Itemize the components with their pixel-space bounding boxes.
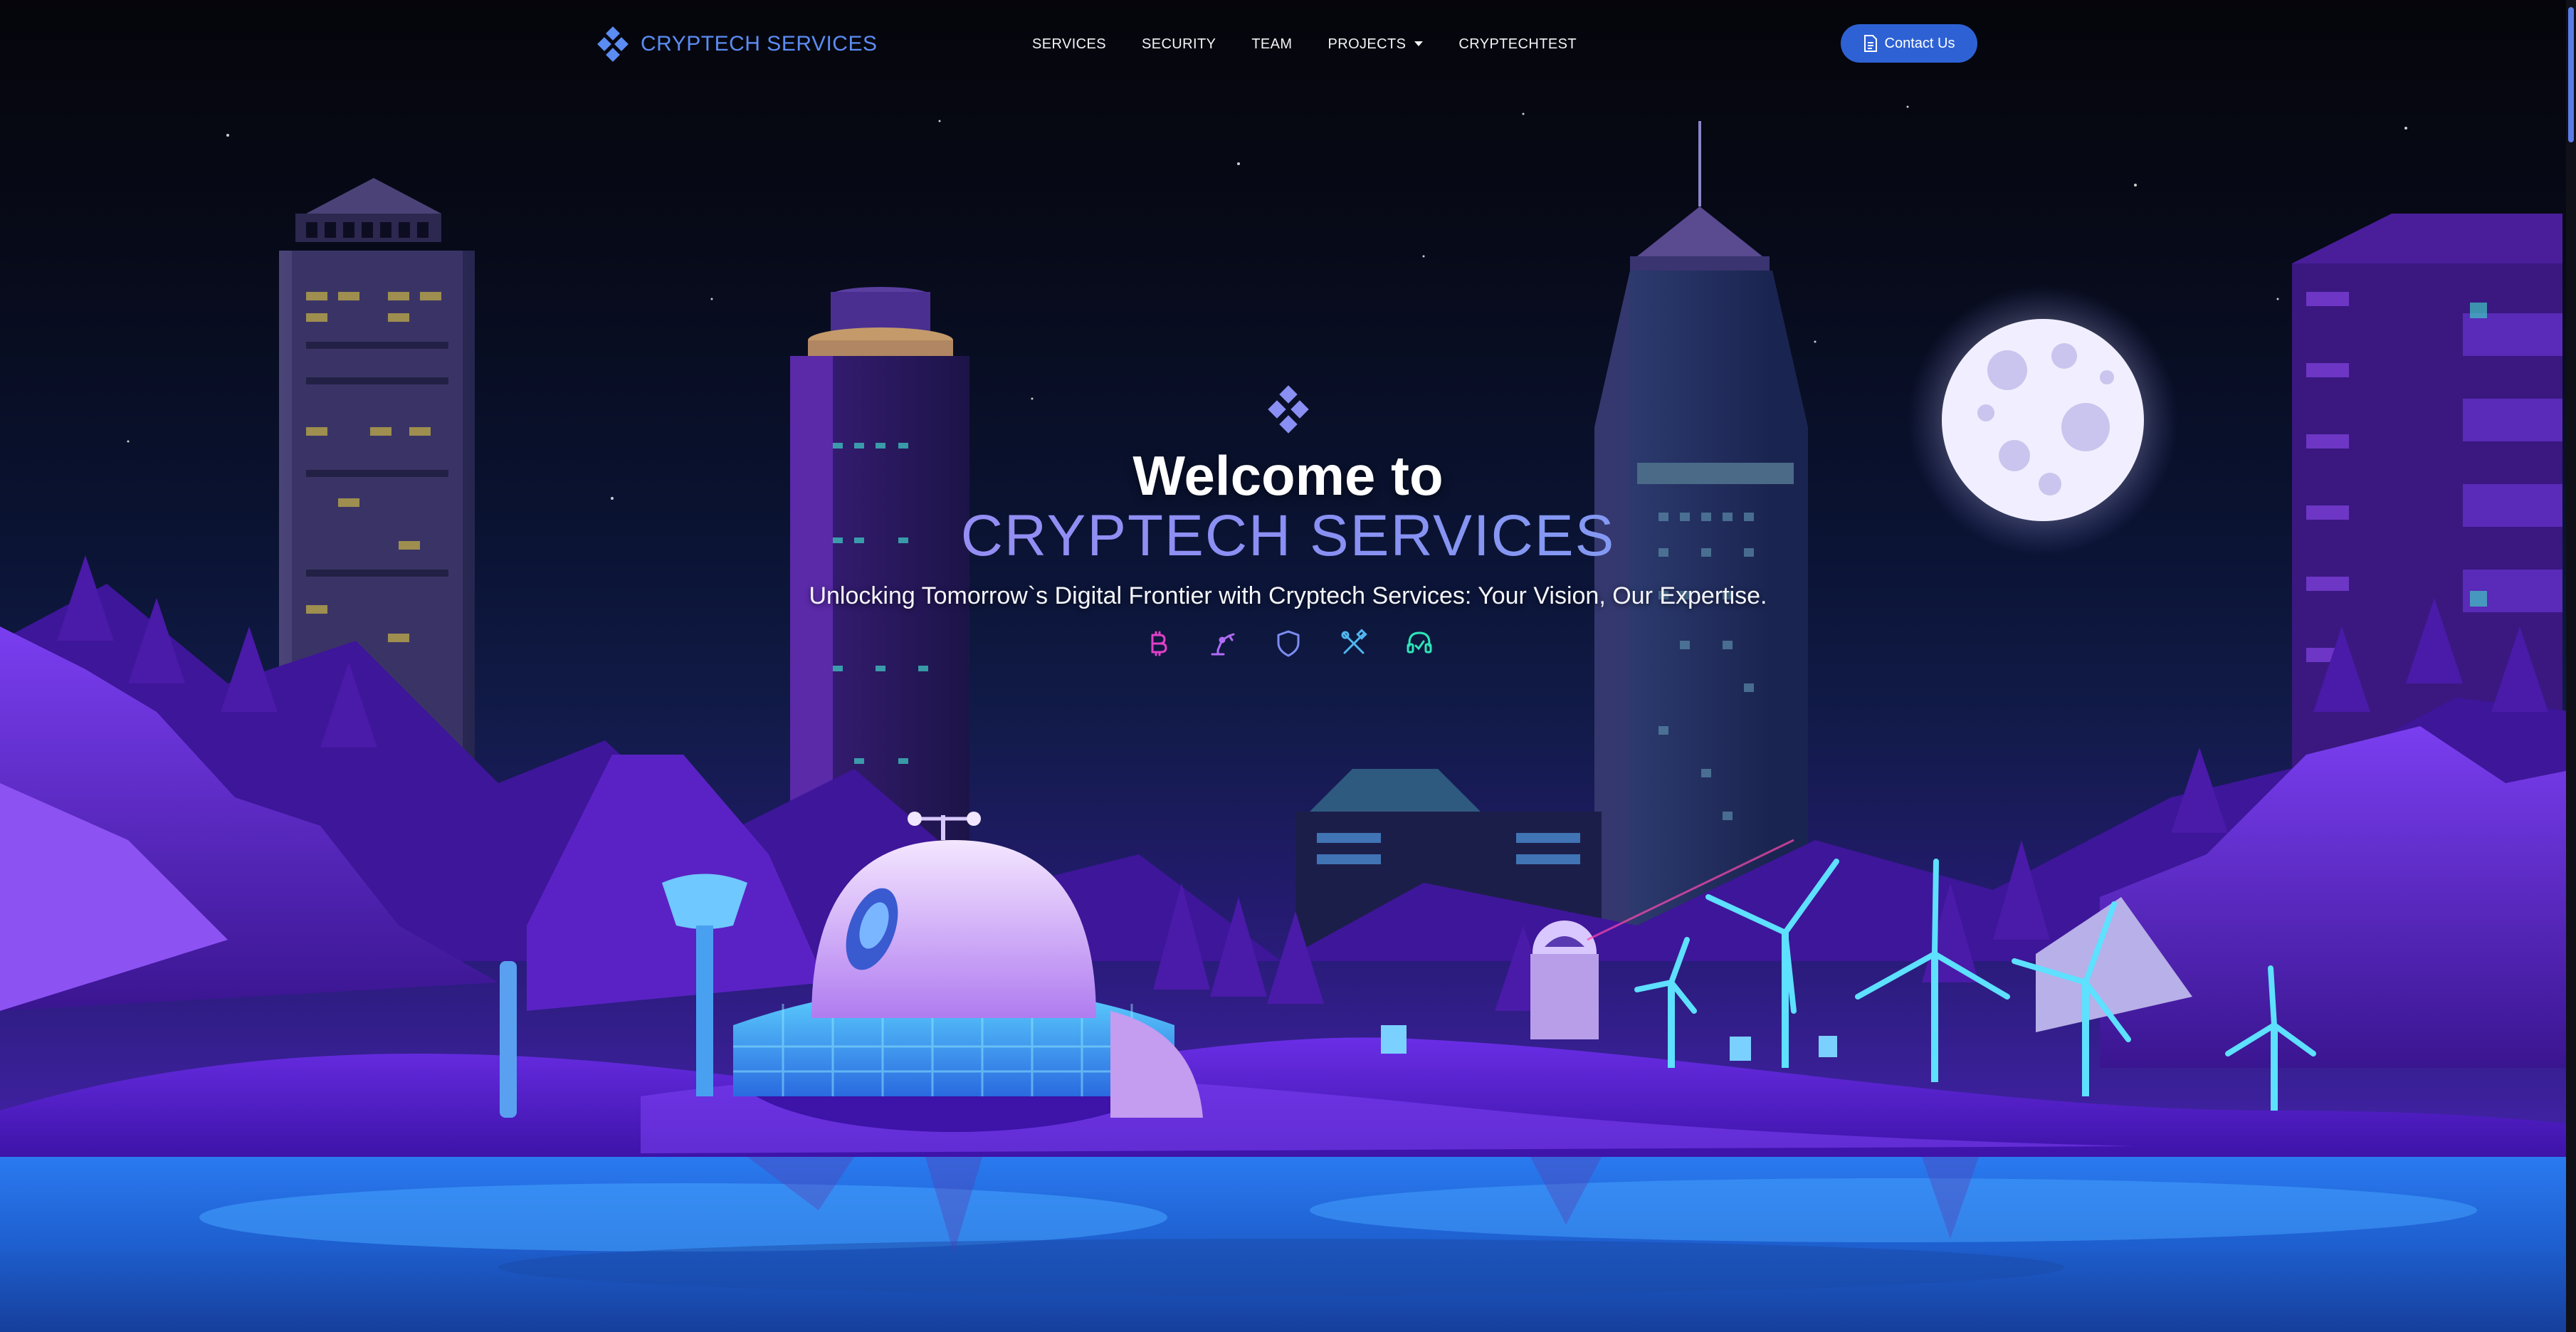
shield-icon xyxy=(1277,630,1299,657)
hero-section: Welcome to CRYPTECH SERVICES Unlocking T… xyxy=(0,384,2576,659)
scrollbar-thumb[interactable] xyxy=(2568,7,2574,142)
hero-welcome-heading: Welcome to xyxy=(1132,444,1444,507)
diamond-grid-icon xyxy=(597,26,629,62)
top-navbar: CRYPTECH SERVICES SERVICES SECURITY TEAM… xyxy=(0,0,2576,88)
nav-item-services[interactable]: SERVICES xyxy=(1032,36,1106,53)
nav-item-cryptechtest[interactable]: CRYPTECHTEST xyxy=(1458,36,1577,53)
hero-feature-icons xyxy=(0,629,2576,659)
nav-item-team[interactable]: TEAM xyxy=(1251,36,1292,53)
main-nav-menu: SERVICES SECURITY TEAM PROJECTS CRYPTECH… xyxy=(1032,30,1577,58)
brand-logo-link[interactable]: CRYPTECH SERVICES xyxy=(595,26,878,62)
page: CRYPTECH SERVICES SERVICES SECURITY TEAM… xyxy=(0,0,2576,1332)
hero-background-illustration xyxy=(0,0,2576,1332)
hero-tagline: Unlocking Tomorrow`s Digital Frontier wi… xyxy=(809,582,1767,609)
caret-down-icon xyxy=(1414,41,1424,46)
brand-name: CRYPTECH SERVICES xyxy=(641,32,878,56)
page-scrollbar[interactable] xyxy=(2566,0,2576,1332)
robot-arm-icon xyxy=(1211,633,1234,656)
nav-item-projects-label: PROJECTS xyxy=(1328,36,1407,52)
hero-diamond-logo-icon xyxy=(1267,385,1309,434)
document-icon xyxy=(1863,35,1877,52)
headset-icon xyxy=(1407,631,1431,654)
bitcoin-icon xyxy=(1151,631,1167,656)
contact-us-label: Contact Us xyxy=(1884,35,1955,51)
tools-icon xyxy=(1341,629,1367,654)
contact-us-button[interactable]: Contact Us xyxy=(1841,24,1977,63)
nav-item-security[interactable]: SECURITY xyxy=(1142,36,1216,53)
nav-item-projects-dropdown[interactable]: PROJECTS xyxy=(1328,36,1424,53)
hero-brand-heading: CRYPTECH SERVICES xyxy=(0,505,2576,567)
